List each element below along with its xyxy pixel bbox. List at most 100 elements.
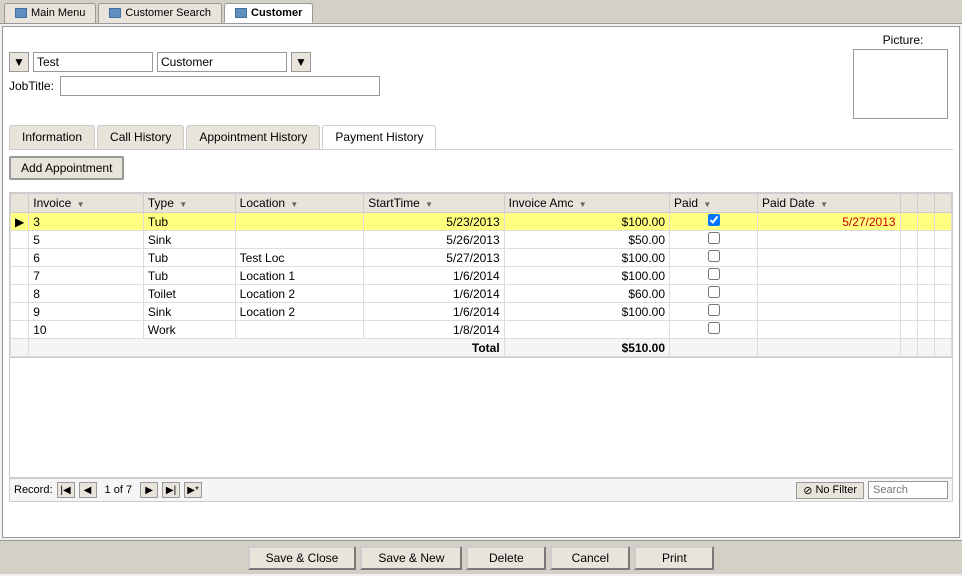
cell-paid[interactable] [670, 267, 758, 285]
col-paid[interactable]: Paid ▼ [670, 194, 758, 213]
cell-paid[interactable] [670, 321, 758, 339]
row-indicator [11, 285, 29, 303]
search-input[interactable] [868, 481, 948, 499]
tab-payment-history[interactable]: Payment History [322, 125, 436, 149]
total-label: Total [29, 339, 504, 357]
col-type[interactable]: Type ▼ [143, 194, 235, 213]
name-row: ▼ ▼ [9, 52, 849, 72]
row-indicator: ▶ [11, 213, 29, 231]
cell-extra [934, 231, 951, 249]
first-name-field[interactable] [33, 52, 153, 72]
paid-checkbox[interactable] [708, 268, 720, 280]
no-filter-button[interactable]: ⊘ No Filter [796, 482, 864, 499]
total-extra [900, 339, 917, 357]
cell-extra [917, 213, 934, 231]
cell-extra [900, 303, 917, 321]
cell-paid[interactable] [670, 231, 758, 249]
col-invoice-amount[interactable]: Invoice Amc ▼ [504, 194, 669, 213]
cell-starttime: 1/6/2014 [364, 303, 504, 321]
cell-paid-date: 5/27/2013 [758, 213, 901, 231]
picture-label: Picture: [883, 33, 924, 47]
tab-main-menu[interactable]: Main Menu [4, 3, 96, 23]
add-appointment-button[interactable]: Add Appointment [9, 156, 124, 180]
cell-extra [934, 267, 951, 285]
col-invoice[interactable]: Invoice ▼ [29, 194, 144, 213]
cell-location [235, 213, 364, 231]
cell-extra [934, 321, 951, 339]
col-starttime[interactable]: StartTime ▼ [364, 194, 504, 213]
prefix-dropdown[interactable]: ▼ [9, 52, 29, 72]
cell-invoice: 10 [29, 321, 144, 339]
funnel-icon: ⊘ [803, 484, 812, 497]
cell-extra [917, 249, 934, 267]
cell-starttime: 1/6/2014 [364, 285, 504, 303]
tab-customer[interactable]: Customer [224, 3, 313, 23]
suffix-dropdown[interactable]: ▼ [291, 52, 311, 72]
paid-checkbox[interactable] [708, 286, 720, 298]
total-extra [917, 339, 934, 357]
cell-paid-date [758, 249, 901, 267]
table-row[interactable]: 5Sink5/26/2013$50.00 [11, 231, 952, 249]
row-indicator [11, 249, 29, 267]
cell-extra [900, 213, 917, 231]
save-new-button[interactable]: Save & New [360, 546, 462, 570]
cell-invoice-amount: $100.00 [504, 213, 669, 231]
cell-location: Location 2 [235, 285, 364, 303]
table-row[interactable]: 10Work1/8/2014 [11, 321, 952, 339]
record-nav: Record: |◀ ◀ 1 of 7 ▶ ▶| ▶* ⊘ No Filter [9, 478, 953, 502]
cell-invoice-amount [504, 321, 669, 339]
cell-paid[interactable] [670, 285, 758, 303]
tab-call-history[interactable]: Call History [97, 125, 184, 149]
save-close-button[interactable]: Save & Close [248, 546, 357, 570]
cell-location [235, 231, 364, 249]
cell-paid[interactable] [670, 213, 758, 231]
nav-new-btn[interactable]: ▶* [184, 482, 202, 498]
table-row[interactable]: 7TubLocation 11/6/2014$100.00 [11, 267, 952, 285]
nav-next-btn[interactable]: ▶ [140, 482, 158, 498]
tab-customer-search-icon [109, 8, 121, 18]
cell-location: Location 2 [235, 303, 364, 321]
cell-paid[interactable] [670, 249, 758, 267]
table-row[interactable]: ▶3Tub5/23/2013$100.005/27/2013 [11, 213, 952, 231]
row-selected-arrow: ▶ [15, 215, 24, 229]
table-row[interactable]: 6TubTest Loc5/27/2013$100.00 [11, 249, 952, 267]
tab-customer-icon [235, 8, 247, 18]
jobtitle-label: JobTitle: [9, 79, 54, 93]
nav-prev-btn[interactable]: ◀ [79, 482, 97, 498]
empty-rows [9, 358, 953, 478]
cell-invoice-amount: $100.00 [504, 249, 669, 267]
delete-button[interactable]: Delete [466, 546, 546, 570]
nav-first-btn[interactable]: |◀ [57, 482, 75, 498]
cell-paid-date [758, 231, 901, 249]
jobtitle-field[interactable] [60, 76, 380, 96]
paid-checkbox[interactable] [708, 250, 720, 262]
paid-checkbox[interactable] [708, 322, 720, 334]
cell-invoice: 5 [29, 231, 144, 249]
nav-last-btn[interactable]: ▶| [162, 482, 180, 498]
paid-checkbox[interactable] [708, 232, 720, 244]
cell-paid[interactable] [670, 303, 758, 321]
cell-extra [917, 303, 934, 321]
cell-extra [917, 285, 934, 303]
cell-extra [917, 321, 934, 339]
paid-checkbox[interactable] [708, 304, 720, 316]
tab-information-label: Information [22, 130, 82, 144]
col-paid-date[interactable]: Paid Date ▼ [758, 194, 901, 213]
tab-information[interactable]: Information [9, 125, 95, 149]
col-location[interactable]: Location ▼ [235, 194, 364, 213]
table-row[interactable]: 8ToiletLocation 21/6/2014$60.00 [11, 285, 952, 303]
total-extra [670, 339, 758, 357]
tab-main-menu-label: Main Menu [31, 7, 85, 19]
cell-starttime: 5/27/2013 [364, 249, 504, 267]
table-row[interactable]: 9SinkLocation 21/6/2014$100.00 [11, 303, 952, 321]
row-indicator [11, 267, 29, 285]
paid-checkbox[interactable] [708, 214, 720, 226]
last-name-field[interactable] [157, 52, 287, 72]
tab-appointment-history[interactable]: Appointment History [186, 125, 320, 149]
total-amount: $510.00 [504, 339, 669, 357]
cell-paid-date [758, 303, 901, 321]
cancel-button[interactable]: Cancel [550, 546, 630, 570]
cell-invoice-amount: $60.00 [504, 285, 669, 303]
print-button[interactable]: Print [634, 546, 714, 570]
tab-customer-search[interactable]: Customer Search [98, 3, 222, 23]
